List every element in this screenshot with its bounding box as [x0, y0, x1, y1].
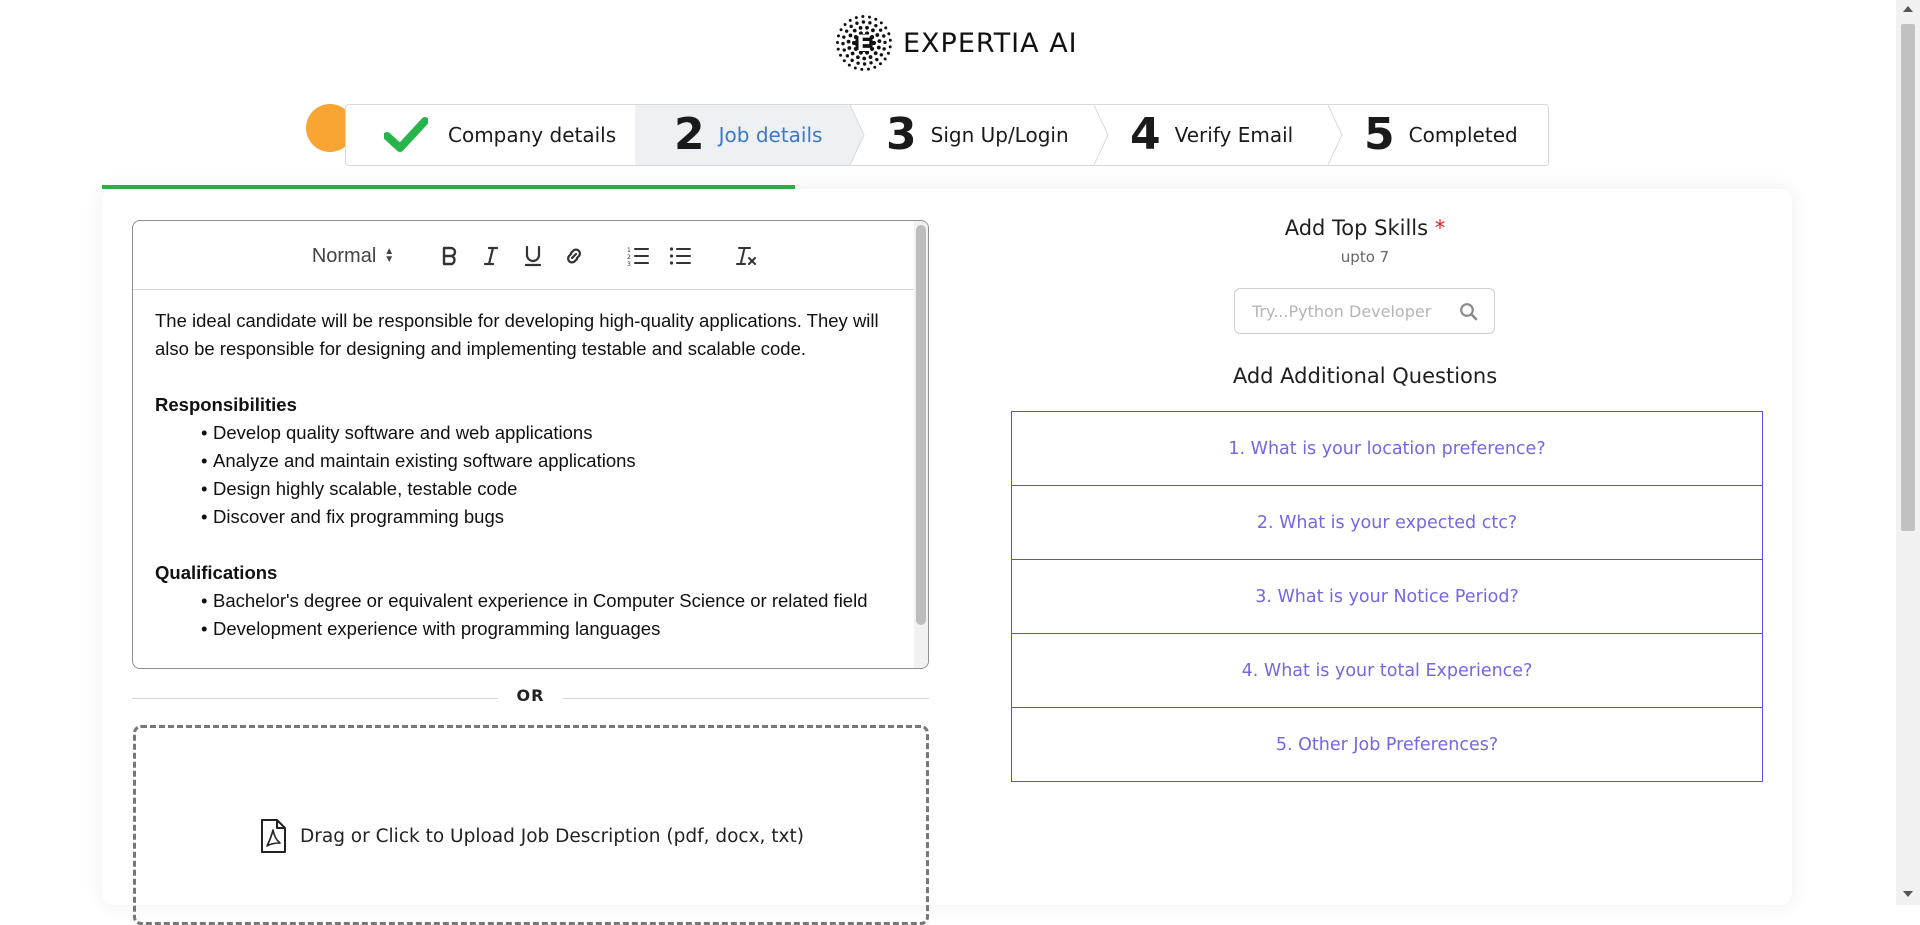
skill-search-box[interactable] [1234, 288, 1495, 334]
editor-scrollbar[interactable] [914, 221, 928, 668]
search-icon[interactable] [1459, 302, 1478, 321]
underline-button[interactable] [518, 241, 548, 271]
or-divider: OR [132, 686, 929, 710]
page-scrollbar[interactable] [1896, 0, 1920, 905]
question-expected-ctc[interactable]: 2. What is your expected ctc? [1011, 485, 1763, 560]
step-sign-up-login[interactable]: 3 Sign Up/Login [866, 105, 1096, 165]
expertia-logo-icon: E [836, 15, 892, 71]
qualifications-heading: Qualifications [155, 562, 278, 583]
or-text: OR [516, 686, 545, 705]
skills-title: Add Top Skills * [1010, 216, 1720, 240]
step-label: Job details [718, 123, 823, 147]
editor-toolbar: Normal ▲ ▼ 123 [133, 221, 928, 290]
scroll-down-arrow-icon[interactable] [1903, 891, 1913, 897]
skill-search-input[interactable] [1235, 289, 1457, 333]
ordered-list-button[interactable]: 123 [623, 241, 653, 271]
step-number: 3 [886, 109, 917, 160]
scroll-up-arrow-icon[interactable] [1903, 6, 1913, 12]
required-marker: * [1434, 216, 1446, 240]
step-number: 2 [674, 109, 705, 160]
editor-content[interactable]: The ideal candidate will be responsible … [155, 307, 890, 643]
step-number: 5 [1364, 109, 1395, 160]
skills-title-text: Add Top Skills [1284, 216, 1429, 240]
step-label: Company details [448, 123, 617, 147]
updown-caret-icon: ▲ ▼ [384, 246, 395, 265]
clear-format-button[interactable] [731, 241, 761, 271]
questions-title: Add Additional Questions [1232, 364, 1498, 388]
stepper: Company details 2 Job details 3 Sign Up/… [345, 104, 1549, 166]
step-separator [1328, 105, 1343, 165]
job-description-editor[interactable]: Normal ▲ ▼ 123 The ideal candidate will b… [132, 220, 929, 669]
underline-icon [524, 245, 542, 267]
link-icon [567, 248, 581, 264]
list-item: Analyze and maintain existing software a… [201, 447, 890, 475]
pdf-file-icon [261, 819, 286, 853]
svg-text:E: E [856, 32, 871, 57]
svg-text:1: 1 [627, 247, 631, 254]
upload-dropzone[interactable]: Drag or Click to Upload Job Description … [133, 725, 929, 925]
list-item: Bachelor's degree or equivalent experien… [201, 587, 890, 615]
page-scrollbar-thumb[interactable] [1901, 24, 1915, 531]
list-item: Design highly scalable, testable code [201, 475, 890, 503]
check-icon [384, 117, 428, 152]
qualifications-list: Bachelor's degree or equivalent experien… [155, 587, 890, 643]
questions-list: 1. What is your location preference? 2. … [1011, 411, 1763, 782]
bullet-list-icon [669, 247, 691, 265]
bold-icon [442, 246, 457, 266]
bullet-list-button[interactable] [665, 241, 695, 271]
bold-button[interactable] [435, 241, 465, 271]
list-item: Discover and fix programming bugs [201, 503, 890, 531]
step-job-details[interactable]: 2 Job details [635, 105, 851, 165]
step-company-details[interactable]: Company details [346, 105, 636, 165]
svg-text:3: 3 [627, 261, 631, 267]
question-notice-period[interactable]: 3. What is your Notice Period? [1011, 559, 1763, 634]
step-label: Sign Up/Login [930, 123, 1069, 147]
editor-scrollbar-thumb[interactable] [916, 225, 926, 625]
link-button[interactable] [559, 241, 589, 271]
step-label: Completed [1408, 123, 1518, 147]
brand-name: EXPERTIA AI [903, 27, 1078, 59]
skills-subtitle: upto 7 [1340, 248, 1390, 266]
upload-text: Drag or Click to Upload Job Description … [300, 825, 804, 847]
step-separator [1094, 105, 1109, 165]
ordered-list-icon: 123 [627, 247, 649, 267]
italic-button[interactable] [476, 241, 506, 271]
step-separator [850, 105, 865, 165]
heading-select-value: Normal [311, 244, 377, 267]
clear-format-icon [736, 247, 756, 265]
brand-logo[interactable]: E EXPERTIA AI [835, 12, 1078, 74]
list-item: Develop quality software and web applica… [201, 419, 890, 447]
step-number: 4 [1130, 109, 1161, 160]
question-job-preferences[interactable]: 5. Other Job Preferences? [1011, 707, 1763, 782]
svg-text:2: 2 [627, 254, 631, 261]
italic-icon [483, 246, 499, 266]
step-verify-email[interactable]: 4 Verify Email [1110, 105, 1330, 165]
step-label: Verify Email [1174, 123, 1294, 147]
question-total-experience[interactable]: 4. What is your total Experience? [1011, 633, 1763, 708]
responsibilities-heading: Responsibilities [155, 394, 297, 415]
list-item: Development experience with programming … [201, 615, 890, 643]
heading-select[interactable]: Normal ▲ ▼ [298, 241, 408, 271]
responsibilities-list: Develop quality software and web applica… [155, 419, 890, 531]
question-location[interactable]: 1. What is your location preference? [1011, 411, 1763, 486]
intro-paragraph: The ideal candidate will be responsible … [155, 310, 879, 359]
step-completed[interactable]: 5 Completed [1344, 105, 1544, 165]
